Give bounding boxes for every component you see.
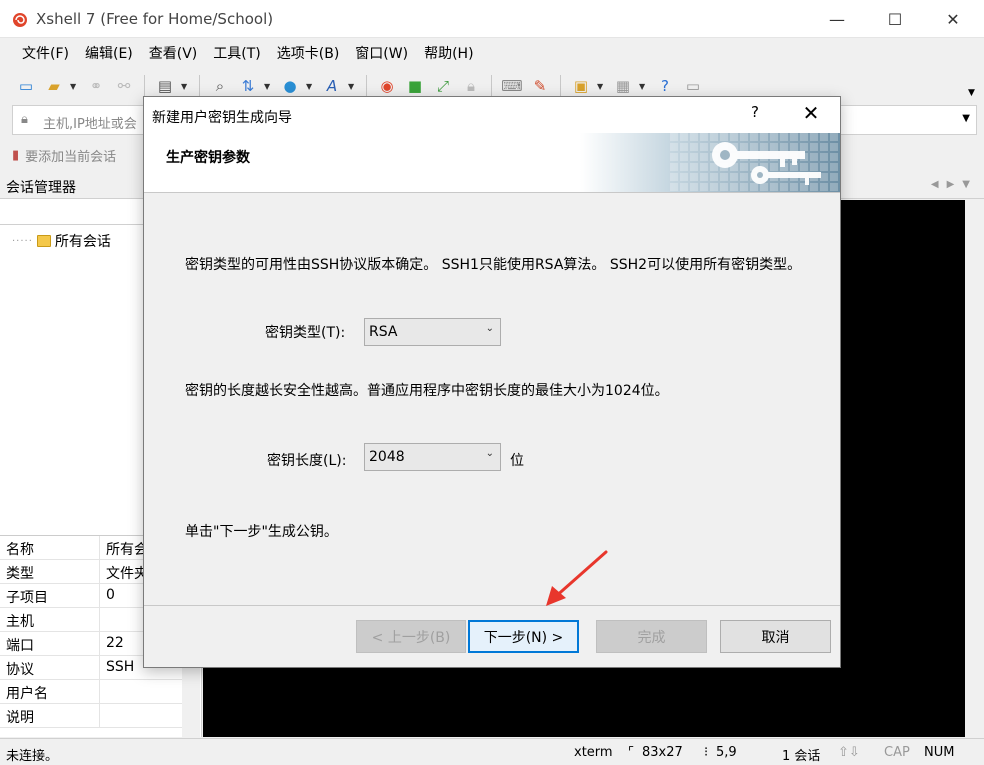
menu-window[interactable]: 窗口(W) xyxy=(347,43,416,63)
dialog-body: 密钥类型的可用性由SSH协议版本确定。 SSH1只能使用RSA算法。 SSH2可… xyxy=(144,194,840,604)
finish-button[interactable]: 完成 xyxy=(596,620,707,653)
dialog-footer: < 上一步(B) 下一步(N) > 完成 取消 xyxy=(144,605,840,667)
xshell-icon[interactable]: ◉ xyxy=(375,74,399,98)
key-length-select[interactable]: 2048 ⌄ xyxy=(364,443,501,471)
xftp-icon[interactable]: ■ xyxy=(403,74,427,98)
close-button[interactable]: ✕ xyxy=(930,0,976,38)
hint-text: 要添加当前会话 xyxy=(25,149,117,165)
reconnect-icon[interactable]: ⚭ xyxy=(84,74,108,98)
menu-view[interactable]: 查看(V) xyxy=(141,43,206,63)
minimize-button[interactable]: — xyxy=(814,0,860,38)
toolbar-divider xyxy=(560,75,561,97)
connection-status: 未连接。 xyxy=(6,749,59,764)
back-button[interactable]: < 上一步(B) xyxy=(356,620,466,653)
dialog-close-button[interactable]: ✕ xyxy=(796,101,826,127)
next-button[interactable]: 下一步(N) > xyxy=(468,620,579,653)
lock-icon: 🔒︎ xyxy=(21,112,28,127)
keyboard-icon[interactable]: ⌨ xyxy=(500,74,524,98)
dialog-title: 新建用户密钥生成向导 xyxy=(152,110,292,126)
font-icon[interactable]: A xyxy=(320,74,344,98)
chat-icon[interactable]: ▭ xyxy=(681,74,705,98)
menu-tabs[interactable]: 选项卡(B) xyxy=(269,43,348,63)
status-bar: 未连接。 xterm ⌜ 83x27 ⁝ 5,9 1 会话 ⇧⇩ CAP NUM xyxy=(0,738,984,765)
chevron-down-icon[interactable]: ▼ xyxy=(70,82,80,91)
xshell-logo-icon xyxy=(13,13,27,27)
wizard-banner: 生产密钥参数 xyxy=(144,133,840,193)
folder-icon xyxy=(36,235,51,247)
toolbar-divider xyxy=(144,75,145,97)
chevron-down-icon[interactable]: ▼ xyxy=(962,113,970,124)
table-row: 用户名 xyxy=(0,680,182,704)
tab-scroll-arrows[interactable]: ◀▶▼ xyxy=(931,179,978,190)
properties-icon[interactable]: ▤ xyxy=(153,74,177,98)
terminal-type: xterm xyxy=(574,745,613,760)
menu-help[interactable]: 帮助(H) xyxy=(416,43,481,63)
fullscreen-icon[interactable]: ⤢ xyxy=(431,74,455,98)
session-count: 1 会话 xyxy=(782,749,821,764)
key-length-label: 密钥长度(L): xyxy=(267,453,347,469)
chevron-down-icon[interactable]: ▼ xyxy=(639,82,649,91)
toolbar-divider xyxy=(366,75,367,97)
toolbar-overflow-icon[interactable]: ▼ xyxy=(968,88,975,98)
open-folder-icon[interactable]: ▰ xyxy=(42,74,66,98)
find-icon[interactable]: ⌕ xyxy=(208,74,232,98)
chevron-down-icon[interactable]: ▼ xyxy=(264,82,274,91)
add-session-icon[interactable]: ▣ xyxy=(569,74,593,98)
maximize-button[interactable]: ☐ xyxy=(872,0,918,38)
address-input[interactable]: 主机,IP地址或会 xyxy=(43,113,137,132)
help-button[interactable]: ? xyxy=(740,103,770,127)
menu-edit[interactable]: 编辑(E) xyxy=(77,43,141,63)
num-lock-indicator: NUM xyxy=(924,745,955,760)
title-bar: Xshell 7 (Free for Home/School) — ☐ ✕ xyxy=(0,0,984,38)
key-length-description: 密钥的长度越长安全性越高。普通应用程序中密钥长度的最佳大小为1024位。 xyxy=(185,383,669,399)
cursor-position: 5,9 xyxy=(716,745,737,760)
chevron-down-icon: ⌄ xyxy=(485,448,494,459)
layout-icon[interactable]: ▦ xyxy=(611,74,635,98)
key-type-label: 密钥类型(T): xyxy=(265,325,346,341)
chevron-down-icon: ⌄ xyxy=(485,323,494,334)
disconnect-icon[interactable]: ⚯ xyxy=(112,74,136,98)
table-row: 说明 xyxy=(0,704,182,728)
annotation-arrow-icon xyxy=(546,550,608,606)
chevron-down-icon[interactable]: ▼ xyxy=(306,82,316,91)
tree-item-all-sessions[interactable]: ····· 所有会话 xyxy=(12,231,111,251)
menu-file[interactable]: 文件(F) xyxy=(14,43,77,63)
chevron-down-icon[interactable]: ▼ xyxy=(181,82,191,91)
terminal-size: 83x27 xyxy=(642,745,683,760)
hint-bar: ▮ 要添加当前会话 xyxy=(12,140,116,170)
bookmark-icon: ▮ xyxy=(12,147,20,163)
key-type-select[interactable]: RSA ⌄ xyxy=(364,318,501,346)
chevron-down-icon[interactable]: ▼ xyxy=(597,82,607,91)
menu-tools[interactable]: 工具(T) xyxy=(205,43,268,63)
key-generation-wizard-dialog: 新建用户密钥生成向导 ? ✕ 生产密钥参数 密钥类型的可用性由SSH协议版本确定… xyxy=(143,96,841,668)
wizard-step-title: 生产密钥参数 xyxy=(166,150,250,166)
highlight-icon[interactable]: ✎ xyxy=(528,74,552,98)
tree-connector: ····· xyxy=(12,235,33,247)
new-session-icon[interactable]: ▭ xyxy=(14,74,38,98)
key-length-value: 2048 xyxy=(369,449,405,465)
window-title: Xshell 7 (Free for Home/School) xyxy=(36,10,274,28)
globe-icon[interactable]: ● xyxy=(278,74,302,98)
cursor-icon: ⁝ xyxy=(704,745,709,760)
key-type-description: 密钥类型的可用性由SSH协议版本确定。 SSH1只能使用RSA算法。 SSH2可… xyxy=(185,257,802,273)
key-type-value: RSA xyxy=(369,324,398,340)
toolbar-divider xyxy=(491,75,492,97)
cancel-button[interactable]: 取消 xyxy=(720,620,831,653)
transfer-icon[interactable]: ⇅ xyxy=(236,74,260,98)
caps-lock-indicator: CAP xyxy=(884,745,910,760)
menu-bar: 文件(F) 编辑(E) 查看(V) 工具(T) 选项卡(B) 窗口(W) 帮助(… xyxy=(0,38,984,68)
toolbar-divider xyxy=(199,75,200,97)
next-step-hint: 单击"下一步"生成公钥。 xyxy=(185,524,338,540)
resize-icon: ⌜ xyxy=(628,745,635,760)
tree-item-label: 所有会话 xyxy=(54,234,111,250)
terminal-scrollbar[interactable] xyxy=(965,200,984,737)
keys-banner-icon xyxy=(580,133,840,192)
chevron-down-icon[interactable]: ▼ xyxy=(348,82,358,91)
lock-icon[interactable]: 🔒︎ xyxy=(459,74,483,98)
dialog-title-bar: 新建用户密钥生成向导 ? ✕ xyxy=(144,97,840,133)
help-icon[interactable]: ? xyxy=(653,74,677,98)
key-length-unit: 位 xyxy=(510,453,524,469)
session-nav-arrows[interactable]: ⇧⇩ xyxy=(838,745,860,760)
